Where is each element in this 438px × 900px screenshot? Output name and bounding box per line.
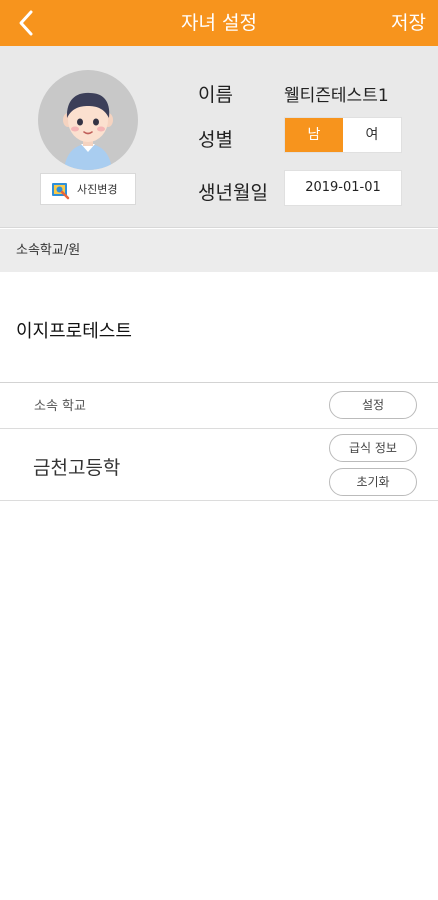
photo-icon xyxy=(52,183,70,200)
school-name-row: 금천고등학 급식 정보 초기화 xyxy=(0,430,438,501)
school-row: 소속 학교 설정 xyxy=(0,384,438,429)
save-button[interactable]: 저장 xyxy=(391,0,426,46)
gender-toggle: 남 여 xyxy=(284,117,402,153)
child-avatar-icon xyxy=(63,92,113,170)
avatar[interactable] xyxy=(38,70,138,170)
change-photo-label: 사진변경 xyxy=(77,183,118,196)
app-header: 자녀 설정 저장 xyxy=(0,0,438,46)
organization-section-header: 소속학교/원 xyxy=(0,229,438,272)
birthdate-label: 생년월일 xyxy=(198,182,268,204)
school-set-button[interactable]: 설정 xyxy=(329,391,417,419)
change-photo-button[interactable]: 사진변경 xyxy=(40,173,136,205)
organization-section-label: 소속학교/원 xyxy=(16,243,81,258)
reset-button[interactable]: 초기화 xyxy=(329,468,417,496)
name-value: 웰티즌테스트1 xyxy=(284,86,389,106)
gender-label: 성별 xyxy=(198,129,233,151)
gender-female-option[interactable]: 여 xyxy=(343,118,401,152)
organization-name: 이지프로테스트 xyxy=(16,321,132,342)
school-label: 소속 학교 xyxy=(34,399,86,414)
profile-panel: 사진변경 이름 웰티즌테스트1 성별 남 여 생년월일 2019-01-01 xyxy=(0,46,438,228)
name-label: 이름 xyxy=(198,84,233,106)
page-title: 자녀 설정 xyxy=(181,12,257,34)
gender-male-option[interactable]: 남 xyxy=(285,118,343,152)
birthdate-field[interactable]: 2019-01-01 xyxy=(284,170,402,206)
school-name: 금천고등학 xyxy=(33,457,121,479)
meal-info-button[interactable]: 급식 정보 xyxy=(329,434,417,462)
organization-row[interactable]: 이지프로테스트 xyxy=(0,272,438,383)
